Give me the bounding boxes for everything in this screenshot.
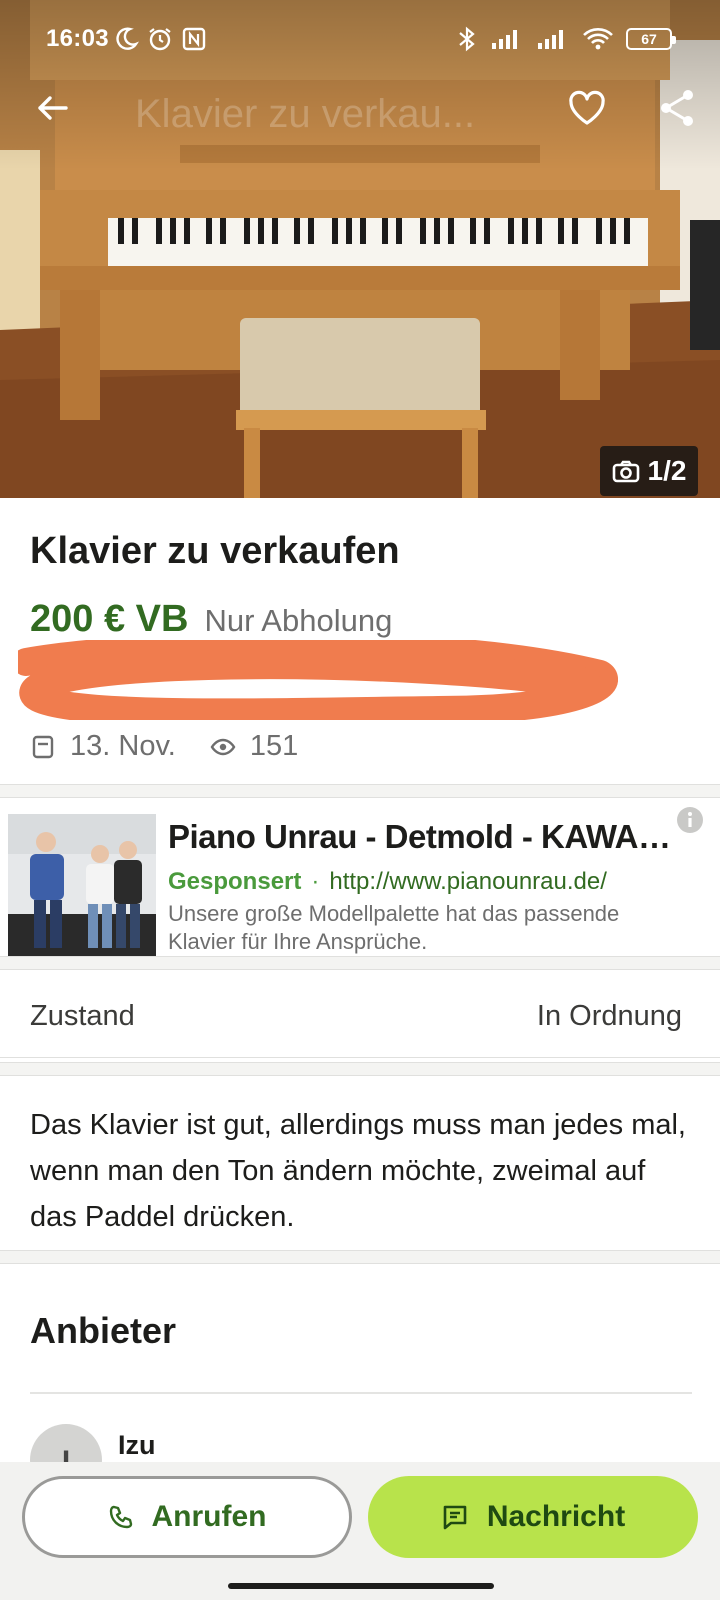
shipping-option: Nur Abholung <box>204 603 393 638</box>
views-count-wrap: 151 <box>210 730 298 763</box>
ad-title[interactable]: Piano Unrau - Detmold - KAWAI ... <box>168 818 678 856</box>
photo-counter-text: 1/2 <box>647 455 687 486</box>
calendar-icon <box>32 735 54 758</box>
info-icon[interactable] <box>676 806 704 834</box>
alarm-icon <box>149 28 171 51</box>
ad-source-line: Gesponsert · http://www.pianounrau.de/ <box>168 868 607 896</box>
heart-icon[interactable] <box>565 86 609 130</box>
seller-divider <box>30 1392 692 1394</box>
ad-description: Unsere große Modellpalette hat das passe… <box>168 901 620 954</box>
redacted-location <box>18 640 618 720</box>
eye-icon <box>210 738 236 755</box>
ad-sponsored-label: Gesponsert <box>168 868 302 895</box>
attribute-key: Zustand <box>30 1000 135 1032</box>
listing-photo[interactable]: 16:03 67 Klavier zu verkau... 1/2 <box>0 0 720 498</box>
ad-image <box>8 814 156 956</box>
listing-price: 200 € VB <box>30 598 189 640</box>
toolbar-title: Klavier zu verkau... <box>135 92 476 136</box>
phone-icon <box>109 1505 132 1529</box>
message-icon <box>443 1505 467 1530</box>
wifi-icon <box>583 28 613 50</box>
share-icon[interactable] <box>655 86 699 130</box>
ad-url[interactable]: http://www.pianounrau.de/ <box>329 868 607 895</box>
call-button-label: Anrufen <box>151 1500 267 1533</box>
views-count: 151 <box>249 730 299 762</box>
attribute-row: Zustand In Ordnung <box>0 972 720 1058</box>
moon-icon <box>116 27 139 50</box>
status-right-icons: 67 <box>456 26 676 52</box>
ad-photo <box>8 814 156 956</box>
message-button[interactable]: Nachricht <box>368 1476 698 1558</box>
bluetooth-icon <box>459 26 475 52</box>
listing-date: 13. Nov. <box>70 730 176 762</box>
price-row: 200 € VB Nur Abholung <box>30 598 392 641</box>
bottom-action-bar: Anrufen Nachricht <box>0 1462 720 1600</box>
top-toolbar: Klavier zu verkau... <box>0 80 720 142</box>
listing-description: Das Klavier ist gut, allerdings muss man… <box>30 1109 686 1233</box>
section-divider <box>0 956 720 970</box>
section-divider <box>0 784 720 798</box>
home-indicator[interactable] <box>228 1583 494 1589</box>
listing-title: Klavier zu verkaufen <box>30 530 400 572</box>
signal-icon <box>492 30 517 49</box>
photo-counter: 1/2 <box>600 446 698 496</box>
battery-indicator: 67 <box>626 28 676 50</box>
camera-icon <box>612 460 639 483</box>
status-bar: 16:03 67 <box>0 0 720 80</box>
sponsored-ad[interactable]: Piano Unrau - Detmold - KAWAI ... Gespon… <box>0 810 720 958</box>
attribute-value: In Ordnung <box>536 1000 682 1032</box>
section-divider <box>0 1062 720 1076</box>
message-button-label: Nachricht <box>486 1500 626 1533</box>
signal-icon-2 <box>538 30 563 49</box>
seller-name[interactable]: Izu <box>118 1430 156 1461</box>
call-button[interactable]: Anrufen <box>22 1476 352 1558</box>
back-arrow-icon[interactable] <box>30 86 74 130</box>
status-time: 16:03 <box>46 25 109 52</box>
ad-separator: · <box>311 868 320 895</box>
status-left-icons <box>113 26 207 52</box>
nfc-icon <box>182 27 206 51</box>
section-divider <box>0 1250 720 1264</box>
listing-meta: 13. Nov. 151 <box>30 730 298 763</box>
seller-heading: Anbieter <box>30 1310 177 1351</box>
